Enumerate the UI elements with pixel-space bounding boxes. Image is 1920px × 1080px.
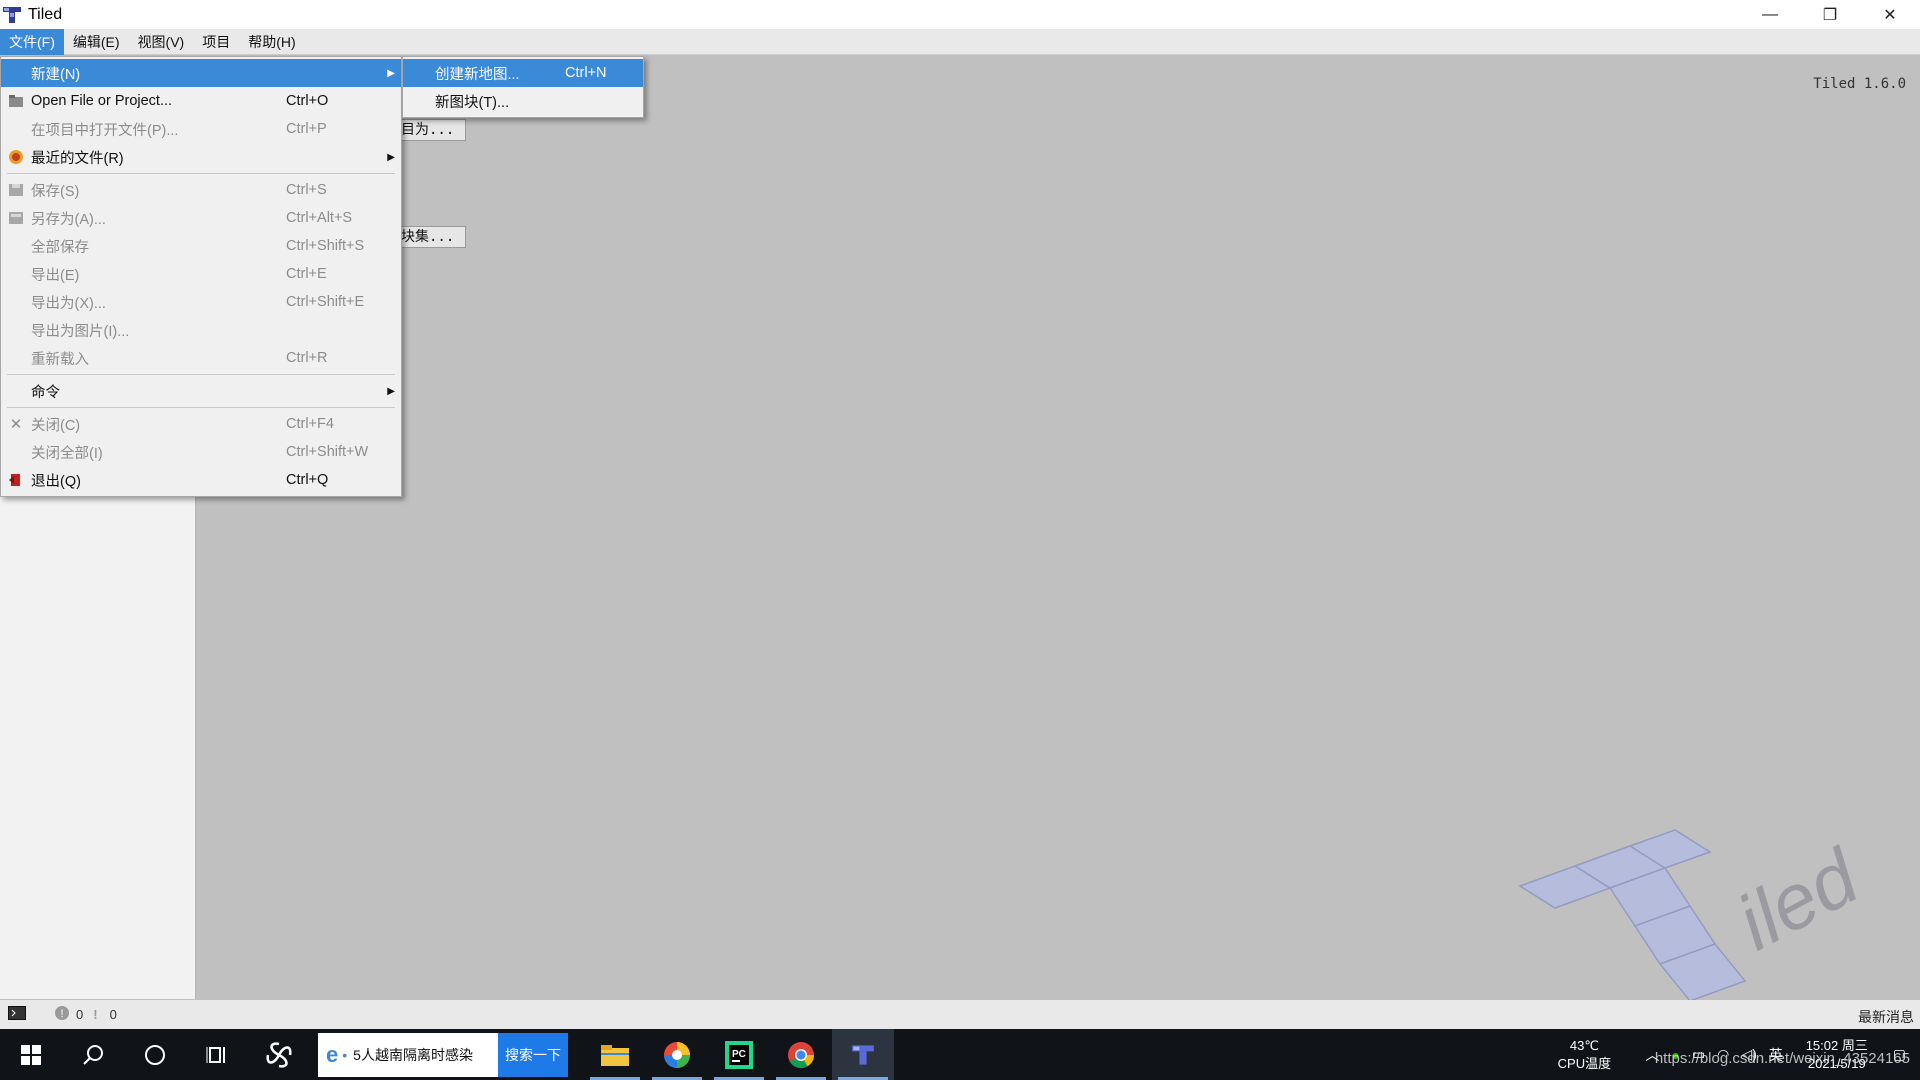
menu-item-quit[interactable]: 退出(Q) Ctrl+Q xyxy=(1,466,401,494)
new-tileset-button-peek[interactable]: 块集... xyxy=(396,226,466,248)
submenu-arrow-icon: ▶ xyxy=(387,67,395,79)
warning-icon: ! xyxy=(93,1007,98,1022)
watermark-text: https://blog.csdn.net/weixin_43524165 xyxy=(1654,1050,1910,1067)
new-submenu: 创建新地图... Ctrl+N 新图块(T)... xyxy=(402,56,644,118)
open-file-icon xyxy=(1,94,31,108)
pinwheel-app-button[interactable] xyxy=(248,1029,310,1080)
menu-item-save[interactable]: 保存(S) Ctrl+S xyxy=(1,176,401,204)
menu-help[interactable]: 帮助(H) xyxy=(239,29,304,55)
pycharm-icon: PC xyxy=(725,1040,753,1069)
close-button[interactable]: ✕ xyxy=(1860,0,1920,29)
taskbar-news-search: e • 5人越南隔离时感染 搜索一下 xyxy=(318,1032,568,1077)
submenu-item-new-map[interactable]: 创建新地图... Ctrl+N xyxy=(403,59,643,87)
menu-file[interactable]: 文件(F) xyxy=(0,28,64,55)
news-button[interactable]: 最新消息 xyxy=(1858,1007,1914,1027)
menu-item-export-as[interactable]: 导出为(X)... Ctrl+Shift+E xyxy=(1,288,401,316)
menu-item-save-as[interactable]: 另存为(A)... Ctrl+Alt+S xyxy=(1,204,401,232)
title-bar: Tiled — ❐ ✕ xyxy=(0,0,1920,29)
exit-icon xyxy=(1,473,31,487)
menu-item-open-file[interactable]: Open File or Project... Ctrl+O xyxy=(1,87,401,115)
color-wheel-icon xyxy=(664,1041,690,1068)
submenu-arrow-icon: ▶ xyxy=(387,385,395,397)
windows-taskbar: e • 5人越南隔离时感染 搜索一下 PC 43℃ CPU温度 ︿ ● ▭ ◠ … xyxy=(0,1029,1920,1080)
minimize-icon: — xyxy=(1762,5,1778,23)
terminal-icon xyxy=(8,1006,26,1023)
menu-separator xyxy=(7,407,395,408)
task-view-button[interactable] xyxy=(186,1029,248,1080)
save-as-icon xyxy=(1,211,31,225)
submenu-item-new-tileset[interactable]: 新图块(T)... xyxy=(403,87,643,115)
tiled-logo: iled xyxy=(1518,829,1874,1002)
task-view-icon xyxy=(206,1046,225,1063)
news-search-box[interactable]: e • 5人越南隔离时感染 xyxy=(318,1032,498,1077)
menu-item-commands[interactable]: 命令 ▶ xyxy=(1,377,401,405)
cpu-temp-value: 43℃ xyxy=(1569,1037,1599,1053)
error-icon: ! xyxy=(54,1005,70,1024)
cortana-icon xyxy=(145,1044,165,1065)
file-menu-dropdown: 新建(N) ▶ Open File or Project... Ctrl+O 在… xyxy=(0,56,402,497)
cortana-button[interactable] xyxy=(124,1029,186,1080)
windows-logo-icon xyxy=(21,1044,41,1065)
news-search-button[interactable]: 搜索一下 xyxy=(498,1032,568,1077)
taskbar-tiled[interactable] xyxy=(832,1029,894,1080)
menu-bar: 文件(F) 编辑(E) 视图(V) 项目 帮助(H) xyxy=(0,28,1920,55)
menu-item-new[interactable]: 新建(N) ▶ xyxy=(1,59,401,87)
taskbar-color-app[interactable] xyxy=(646,1029,708,1080)
folder-icon xyxy=(601,1044,629,1066)
menu-item-export[interactable]: 导出(E) Ctrl+E xyxy=(1,260,401,288)
restore-icon: ❐ xyxy=(1822,6,1838,24)
menu-item-export-image[interactable]: 导出为图片(I)... xyxy=(1,316,401,344)
search-icon xyxy=(83,1044,103,1065)
dot-icon: • xyxy=(342,1046,348,1063)
svg-text:PC: PC xyxy=(732,1049,746,1060)
minimize-button[interactable]: — xyxy=(1740,0,1800,29)
window-title: Tiled xyxy=(28,5,63,23)
taskbar-pycharm[interactable]: PC xyxy=(708,1029,770,1080)
menu-separator xyxy=(7,173,395,174)
error-count: 0 xyxy=(76,1007,84,1022)
recent-files-icon xyxy=(1,149,31,165)
close-icon: ✕ xyxy=(1883,6,1897,24)
open-project-button-peek[interactable]: 目为... xyxy=(396,119,466,141)
menu-item-recent-files[interactable]: 最近的文件(R) ▶ xyxy=(1,143,401,171)
menu-view[interactable]: 视图(V) xyxy=(129,29,194,55)
svg-text:!: ! xyxy=(60,1008,63,1020)
menu-edit[interactable]: 编辑(E) xyxy=(64,29,129,55)
version-label: Tiled 1.6.0 xyxy=(1813,76,1906,92)
menu-item-reload[interactable]: 重新载入 Ctrl+R xyxy=(1,344,401,372)
cpu-temp-label: CPU温度 xyxy=(1557,1055,1612,1071)
pinwheel-icon xyxy=(266,1041,292,1068)
error-indicator[interactable]: ! 0 xyxy=(54,1005,83,1024)
start-button[interactable] xyxy=(0,1029,62,1080)
cpu-temp-widget[interactable]: 43℃ CPU温度 xyxy=(1549,1037,1619,1073)
warning-indicator[interactable]: ! 0 xyxy=(93,1007,117,1022)
taskbar-chrome[interactable] xyxy=(770,1029,832,1080)
menu-item-close-all[interactable]: 关闭全部(I) Ctrl+Shift+W xyxy=(1,438,401,466)
submenu-arrow-icon: ▶ xyxy=(387,151,395,163)
chrome-icon xyxy=(788,1041,815,1068)
search-button[interactable] xyxy=(62,1029,124,1080)
ie-icon: e xyxy=(326,1041,339,1067)
console-toggle[interactable] xyxy=(8,1006,26,1023)
news-search-text: 5人越南隔离时感染 xyxy=(353,1046,473,1063)
menu-separator xyxy=(7,374,395,375)
tiled-taskbar-icon xyxy=(852,1044,874,1065)
menu-item-save-all[interactable]: 全部保存 Ctrl+Shift+S xyxy=(1,232,401,260)
taskbar-explorer[interactable] xyxy=(584,1029,646,1080)
save-icon xyxy=(1,183,31,197)
status-bar: ! 0 ! 0 最新消息 xyxy=(0,1000,1920,1029)
restore-button[interactable]: ❐ xyxy=(1800,0,1860,29)
menu-project[interactable]: 项目 xyxy=(193,29,239,55)
menu-item-open-in-project[interactable]: 在项目中打开文件(P)... Ctrl+P xyxy=(1,115,401,143)
window-controls: — ❐ ✕ xyxy=(1740,0,1920,29)
close-x-icon: ✕ xyxy=(9,416,23,433)
warning-count: 0 xyxy=(109,1007,117,1022)
menu-item-close[interactable]: ✕ 关闭(C) Ctrl+F4 xyxy=(1,410,401,438)
svg-text:iled: iled xyxy=(1723,831,1874,967)
tiled-app-icon xyxy=(3,6,21,23)
